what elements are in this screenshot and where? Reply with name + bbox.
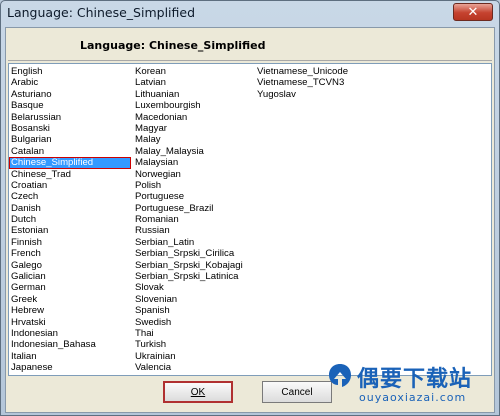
watermark-url: ouyaoxiazai.com [359,391,467,404]
window-title: Language: Chinese_Simplified [7,5,196,20]
language-item-selected[interactable]: Chinese_Simplified [9,157,131,169]
language-item[interactable]: Macedonian [133,112,253,123]
language-item[interactable]: Finnish [9,237,131,248]
language-item[interactable]: Danish [9,203,131,214]
language-item[interactable]: Turkish [133,339,253,350]
ok-button-label: OK [190,386,206,398]
language-item[interactable]: Serbian_Srpski_Cirilica [133,248,253,259]
language-item[interactable]: Arabic [9,77,131,88]
language-item[interactable]: Hebrew [9,305,131,316]
language-item[interactable]: Indonesian_Bahasa [9,339,131,350]
language-item[interactable]: Belarussian [9,112,131,123]
language-item[interactable]: Vietnamese_TCVN3 [255,77,375,88]
language-item[interactable]: Serbian_Srpski_Latinica [133,271,253,282]
language-item[interactable]: Czech [9,191,131,202]
language-item[interactable]: Croatian [9,180,131,191]
language-item[interactable]: Asturiano [9,89,131,100]
language-item[interactable]: Greek [9,294,131,305]
language-item[interactable]: Basque [9,100,131,111]
language-list[interactable]: English Arabic Asturiano Basque Belarussian B… [8,63,492,376]
language-item[interactable]: Slovak [133,282,253,293]
language-item[interactable]: Luxembourgish [133,100,253,111]
language-item[interactable]: German [9,282,131,293]
current-language-label: Language: Chinese_Simplified [80,39,266,52]
language-column-2: Korean Latvian Lithuanian Luxembourgish Mace… [133,66,253,374]
close-icon: ✕ [467,4,479,20]
language-item[interactable]: Portuguese [133,191,253,202]
language-item[interactable]: Swedish [133,317,253,328]
language-column-3: Vietnamese_Unicode Vietnamese_TCVN3 Yugosl… [255,66,375,100]
cancel-button-label: Cancel [281,386,313,398]
language-item[interactable]: Catalan [9,146,131,157]
language-item[interactable]: Serbian_Latin [133,237,253,248]
language-dialog: Language: Chinese_Simplified ✕ Language:… [0,0,500,416]
language-item[interactable]: Estonian [9,225,131,236]
language-item[interactable]: Bosanski [9,123,131,134]
language-column-1: English Arabic Asturiano Basque Belarussian B… [9,66,131,374]
language-item[interactable]: Norwegian [133,169,253,180]
language-item[interactable]: Ukrainian [133,351,253,362]
language-item[interactable]: Hrvatski [9,317,131,328]
language-item[interactable]: Malay_Malaysia [133,146,253,157]
language-item[interactable]: Galego [9,260,131,271]
language-item[interactable]: Slovenian [133,294,253,305]
language-item[interactable]: Chinese_Trad [9,169,131,180]
cancel-button[interactable]: Cancel [262,381,332,403]
language-item[interactable]: Galician [9,271,131,282]
watermark-title: 偶要下载站 [357,367,473,392]
language-item[interactable]: Lithuanian [133,89,253,100]
language-item[interactable]: French [9,248,131,259]
close-button[interactable]: ✕ [453,3,493,21]
language-item[interactable]: Thai [133,328,253,339]
dialog-body: Language: Chinese_Simplified English Arab… [5,27,495,413]
watermark-logo-icon [329,364,351,387]
language-item[interactable]: Romanian [133,214,253,225]
language-item[interactable]: Italian [9,351,131,362]
language-item[interactable]: Dutch [9,214,131,225]
language-item[interactable]: Malay [133,134,253,145]
language-item[interactable]: Magyar [133,123,253,134]
language-item[interactable]: Valencia [133,362,253,373]
language-item[interactable]: Portuguese_Brazil [133,203,253,214]
language-item[interactable]: Russian [133,225,253,236]
language-item[interactable]: Spanish [133,305,253,316]
language-item[interactable]: Bulgarian [9,134,131,145]
language-item[interactable]: Vietnamese_Unicode [255,66,375,77]
language-item[interactable]: Latvian [133,77,253,88]
language-item[interactable]: Serbian_Srpski_Kobajagi [133,260,253,271]
language-item[interactable]: English [9,66,131,77]
language-item[interactable]: Polish [133,180,253,191]
language-item[interactable]: Indonesian [9,328,131,339]
language-item[interactable]: Yugoslav [255,89,375,100]
ok-button[interactable]: OK [163,381,233,403]
language-item[interactable]: Korean [133,66,253,77]
watermark: 偶要下载站 ouyaoxiazai.com [323,361,495,413]
title-bar[interactable]: Language: Chinese_Simplified ✕ [1,1,499,27]
header-panel: Language: Chinese_Simplified [8,30,492,61]
language-item[interactable]: Malaysian [133,157,253,168]
language-item[interactable]: Japanese [9,362,131,373]
